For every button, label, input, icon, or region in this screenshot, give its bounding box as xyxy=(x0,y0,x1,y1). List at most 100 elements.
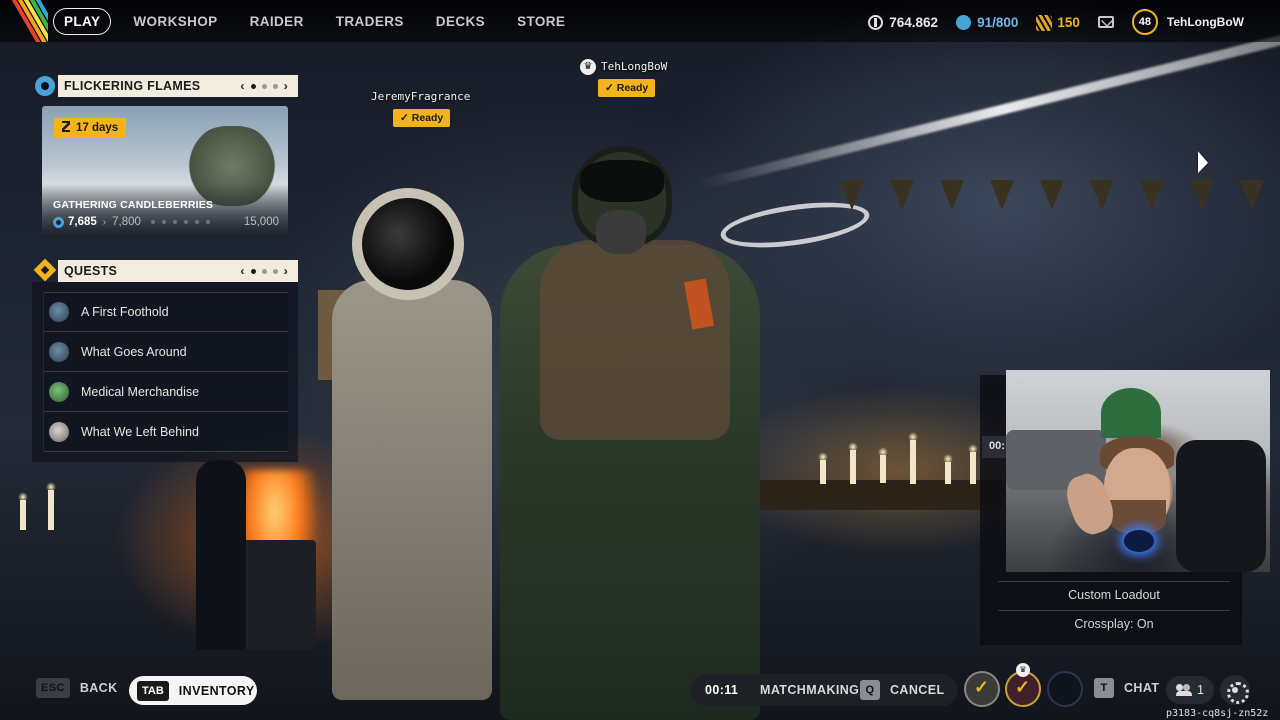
top-navigation-bar: PLAY WORKSHOP RAIDER TRADERS DECKS STORE… xyxy=(0,0,1280,42)
tab-keycap: TAB xyxy=(137,680,169,701)
crossplay-option[interactable]: Crossplay: On xyxy=(998,617,1230,631)
inventory-button[interactable]: TAB INVENTORY xyxy=(129,676,257,705)
coins-value: 764.862 xyxy=(889,14,939,30)
currency-bar: 764.862 91/800 150 48 TehLongBoW xyxy=(868,9,1244,35)
hourglass-icon xyxy=(62,121,70,132)
raider-tokens-value: 150 xyxy=(1057,14,1080,30)
chat-label: CHAT xyxy=(1124,681,1160,695)
quest-title: Medical Merchandise xyxy=(81,384,200,399)
party-slot-empty[interactable] xyxy=(1047,671,1083,707)
days-left-text: 17 days xyxy=(76,122,119,134)
quests-header[interactable]: QUESTS ‹ › xyxy=(58,260,298,282)
streamer-webcam-overlay xyxy=(1006,370,1270,572)
nav-decks[interactable]: DECKS xyxy=(420,8,501,35)
pager-prev-icon[interactable]: ‹ xyxy=(240,264,244,278)
pager-next-icon[interactable]: › xyxy=(284,264,288,278)
friends-button[interactable]: 1 xyxy=(1166,676,1214,704)
raider-token-icon xyxy=(1036,14,1053,31)
matchmaking-timer: 00:11 xyxy=(705,683,739,697)
esc-keycap: ESC xyxy=(36,678,70,698)
divider xyxy=(998,610,1230,611)
mouse-cursor-icon xyxy=(1198,151,1208,177)
stash-icon xyxy=(956,14,972,30)
party-member-name: JeremyFragrance xyxy=(371,90,471,103)
cancel-matchmaking-button[interactable]: CANCEL xyxy=(890,683,944,697)
people-icon xyxy=(1176,684,1193,696)
ready-label: Ready xyxy=(411,112,444,124)
event-card[interactable]: 17 days GATHERING CANDLEBERRIES 7,685 › … xyxy=(42,106,288,238)
back-label: BACK xyxy=(79,681,118,695)
event-progress: 7,685 › 7,800 15,000 xyxy=(53,216,279,228)
brand-stripes-logo xyxy=(0,0,48,42)
progress-dots xyxy=(150,220,244,224)
party-member-ready-badge: ✓ Ready xyxy=(393,109,451,127)
light-beam xyxy=(698,30,1280,190)
mail-icon xyxy=(1097,16,1114,28)
check-icon: ✓ xyxy=(605,82,614,94)
nav-workshop[interactable]: WORKSHOP xyxy=(117,8,233,35)
party-leader-name: TehLongBoW xyxy=(601,60,668,73)
pager-prev-icon[interactable]: ‹ xyxy=(240,79,244,93)
custom-loadout-option[interactable]: Custom Loadout xyxy=(998,588,1230,602)
bunting-flags xyxy=(800,180,1280,260)
friends-count: 1 xyxy=(1197,683,1204,697)
q-keycap: Q xyxy=(860,680,880,700)
gear-icon xyxy=(35,76,55,96)
party-leader-ready-badge: ✓ Ready xyxy=(598,79,656,97)
quests-header-title: QUESTS xyxy=(64,264,118,278)
quest-item[interactable]: Medical Merchandise xyxy=(43,372,288,412)
coin-icon xyxy=(868,14,884,30)
quests-pager: ‹ › xyxy=(240,264,288,278)
pilot-raider-jacket xyxy=(540,240,730,440)
fire-barrel xyxy=(238,540,316,650)
quest-item[interactable]: A First Foothold xyxy=(43,292,288,332)
astronaut-raider-helmet xyxy=(352,188,464,300)
pilot-raider-gasmask xyxy=(596,210,646,254)
nav-store[interactable]: STORE xyxy=(501,8,581,35)
nav-raider[interactable]: RAIDER xyxy=(234,8,320,35)
party-slot-1[interactable]: ✓ xyxy=(964,671,1000,707)
stash-display[interactable]: 91/800 xyxy=(956,14,1019,30)
astronaut-raider-body xyxy=(332,280,492,700)
settings-icon[interactable] xyxy=(1220,675,1250,705)
back-button[interactable]: ESC BACK xyxy=(36,678,118,698)
check-icon: ✓ xyxy=(400,112,409,124)
t-keycap: T xyxy=(1094,678,1114,698)
event-title: GATHERING CANDLEBERRIES xyxy=(53,199,214,211)
mail-button[interactable] xyxy=(1097,16,1114,28)
chat-button[interactable]: T CHAT xyxy=(1094,678,1159,698)
event-next-value: 7,800 xyxy=(112,216,141,228)
inventory-label: INVENTORY xyxy=(178,683,255,698)
quest-list: A First Foothold What Goes Around Medica… xyxy=(43,292,288,452)
event-current-value: 7,685 xyxy=(68,216,97,228)
username: TehLongBoW xyxy=(1166,15,1244,29)
pager-next-icon[interactable]: › xyxy=(284,79,288,93)
quest-giver-avatar xyxy=(49,341,69,362)
quest-giver-avatar xyxy=(49,421,69,442)
nav-traders[interactable]: TRADERS xyxy=(320,8,420,35)
main-nav: PLAY WORKSHOP RAIDER TRADERS DECKS STORE xyxy=(53,8,581,35)
quest-title: A First Foothold xyxy=(81,305,169,319)
build-id: p3183-cq8sj-zn52z xyxy=(1166,708,1269,719)
coins-display[interactable]: 764.862 xyxy=(868,14,939,30)
crown-icon: ♛ xyxy=(1016,663,1030,677)
event-max-value: 15,000 xyxy=(243,216,279,228)
crown-icon: ♛ xyxy=(580,59,596,75)
raider-tokens-display[interactable]: 150 xyxy=(1036,14,1080,31)
quest-item[interactable]: What We Left Behind xyxy=(43,412,288,452)
check-icon: ✓ xyxy=(1015,677,1031,697)
nav-play[interactable]: PLAY xyxy=(53,8,112,35)
matchmaking-status: 00:11 MATCHMAKING Q CANCEL xyxy=(690,674,958,706)
chevron-right-icon: › xyxy=(102,216,107,228)
quest-giver-avatar xyxy=(49,381,69,402)
check-icon: ✓ xyxy=(974,677,990,697)
quest-title: What We Left Behind xyxy=(81,424,199,439)
profile-button[interactable]: 48 TehLongBoW xyxy=(1131,9,1244,35)
level-badge: 48 xyxy=(1131,9,1158,35)
quest-item[interactable]: What Goes Around xyxy=(43,332,288,372)
quest-giver-avatar xyxy=(49,302,69,322)
event-pager: ‹ › xyxy=(240,79,288,93)
days-left-badge: 17 days xyxy=(54,118,127,138)
stash-value: 91/800 xyxy=(977,14,1019,30)
event-header[interactable]: FLICKERING FLAMES ‹ › xyxy=(58,75,298,97)
